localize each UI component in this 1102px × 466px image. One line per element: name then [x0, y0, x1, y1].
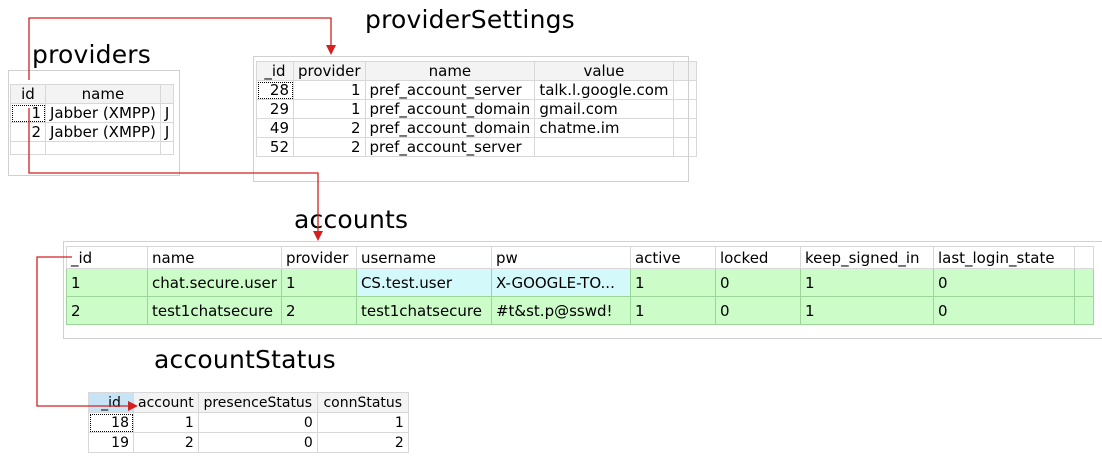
- connector-providers-to-accounts: [28, 108, 323, 241]
- connector-providers-to-settings: [28, 17, 336, 80]
- connector-accounts-to-status: [36, 256, 138, 411]
- relationship-connectors: [28, 17, 336, 411]
